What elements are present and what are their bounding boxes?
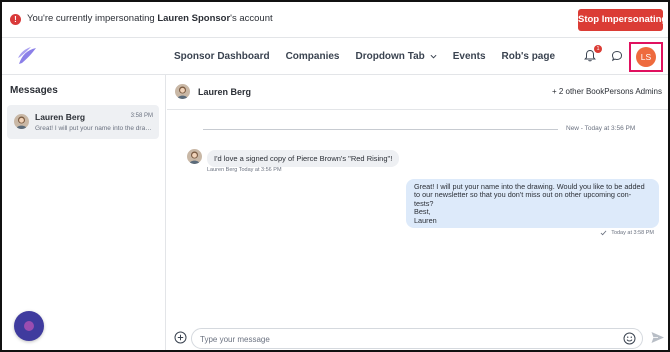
chevron-down-icon — [430, 54, 437, 59]
fab-dot-icon — [24, 321, 34, 331]
nav-menu: Sponsor Dashboard Companies Dropdown Tab… — [174, 38, 571, 75]
impersonation-text-suffix: 's account — [230, 13, 273, 24]
nav-companies[interactable]: Companies — [286, 51, 340, 62]
incoming-time: Today at 3:56 PM — [238, 167, 282, 173]
contact-avatar — [14, 114, 29, 129]
incoming-sender-name: Lauren Berg — [207, 167, 238, 173]
brand-logo-icon[interactable] — [16, 46, 38, 66]
user-avatar[interactable]: LS — [636, 47, 656, 67]
outgoing-message-bubble: Great! I will put your name into the dra… — [406, 179, 659, 228]
notification-badge: 1 — [594, 45, 602, 53]
other-participants-link[interactable]: + 2 other BookPersons Admins — [552, 87, 662, 96]
conversation-preview: Great! I will put your name into the dra… — [35, 125, 155, 132]
nav-robs-page[interactable]: Rob's page — [502, 51, 556, 62]
person-photo-icon — [14, 114, 29, 129]
sender-avatar — [187, 149, 202, 164]
incoming-message-meta: Lauren Berg Today at 3:56 PM — [207, 167, 282, 173]
outgoing-line: tests? — [414, 198, 434, 208]
chat-header-avatar — [175, 84, 190, 99]
nav-sponsor-dashboard[interactable]: Sponsor Dashboard — [174, 51, 270, 62]
messages-title: Messages — [10, 85, 58, 96]
avatar-highlight-box: LS — [629, 42, 663, 72]
top-nav: Sponsor Dashboard Companies Dropdown Tab… — [2, 38, 668, 75]
outgoing-line: to our newsletter so that you don't miss… — [414, 190, 632, 200]
outgoing-time: Today at 3:58 PM — [611, 230, 654, 236]
incoming-message-bubble: I'd love a signed copy of Pierce Brown's… — [207, 150, 400, 167]
chat-panel: Lauren Berg + 2 other BookPersons Admins… — [167, 75, 668, 350]
new-messages-label: New - Today at 3:56 PM — [566, 125, 636, 132]
outgoing-line: Best, — [414, 207, 431, 217]
person-photo-icon — [175, 84, 190, 99]
impersonation-banner: ! You're currently impersonating Lauren … — [2, 2, 668, 38]
add-attachment-icon[interactable] — [174, 331, 187, 344]
messages-sidebar: Messages Lauren Berg 3:58 PM Great! I wi… — [2, 75, 166, 350]
conversation-item[interactable]: Lauren Berg 3:58 PM Great! I will put yo… — [7, 105, 159, 139]
checkmark-icon — [600, 230, 607, 236]
stop-impersonating-button[interactable]: Stop Impersonating — [578, 9, 667, 31]
emoji-icon[interactable] — [623, 332, 636, 345]
person-photo-icon — [187, 149, 202, 164]
outgoing-line: Lauren — [414, 215, 437, 225]
message-input-wrapper — [191, 328, 643, 349]
chat-header-name: Lauren Berg — [198, 87, 252, 97]
impersonation-text-prefix: You're currently impersonating — [27, 13, 158, 24]
alert-icon: ! — [10, 14, 21, 25]
send-icon[interactable] — [650, 330, 665, 345]
chat-header: Lauren Berg + 2 other BookPersons Admins — [167, 75, 668, 110]
message-composer — [167, 325, 668, 350]
message-input[interactable] — [200, 331, 610, 347]
app-window: ! You're currently impersonating Lauren … — [0, 0, 670, 352]
nav-events[interactable]: Events — [453, 51, 486, 62]
chat-bubble-icon[interactable] — [608, 47, 626, 65]
nav-dropdown-tab[interactable]: Dropdown Tab — [355, 51, 437, 62]
conversation-name: Lauren Berg — [35, 112, 86, 122]
impersonation-message: You're currently impersonating Lauren Sp… — [27, 13, 273, 24]
floating-action-button[interactable] — [14, 311, 44, 341]
new-messages-divider — [203, 129, 558, 130]
conversation-time: 3:58 PM — [130, 113, 153, 119]
impersonated-user: Lauren Sponsor — [157, 13, 231, 24]
nav-dropdown-tab-label: Dropdown Tab — [355, 51, 425, 62]
outgoing-message-meta: Today at 3:58 PM — [600, 230, 654, 236]
